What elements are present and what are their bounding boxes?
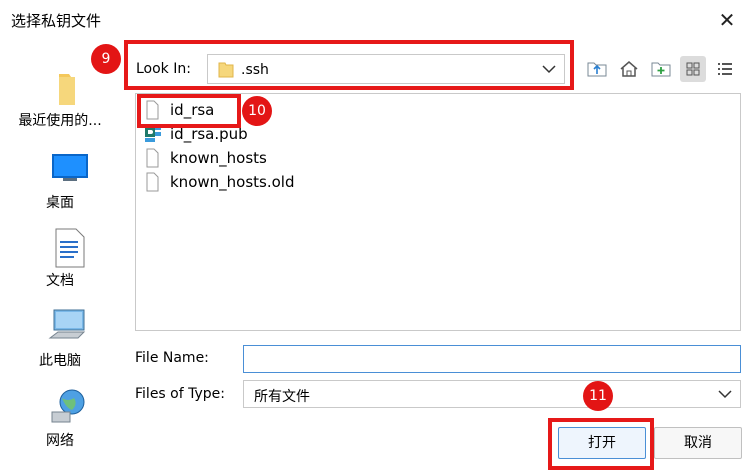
file-icon	[146, 100, 159, 120]
file-name: id_rsa.pub	[170, 125, 248, 143]
list-view-icon[interactable]	[712, 56, 738, 82]
file-type-value: 所有文件	[254, 389, 310, 405]
pub-file-icon	[145, 126, 161, 142]
close-icon[interactable]: ✕	[712, 6, 742, 34]
file-list[interactable]: id_rsa id_rsa.pub known_hosts known_host…	[135, 93, 741, 331]
annotation-badge-11: 11	[583, 381, 613, 411]
chevron-down-icon[interactable]	[542, 63, 556, 75]
file-type-dropdown[interactable]: 所有文件	[243, 380, 741, 408]
sidebar-item-label: 桌面	[46, 195, 74, 211]
open-button[interactable]: 打开	[558, 427, 646, 459]
file-name: known_hosts	[170, 149, 267, 167]
file-icon	[146, 148, 159, 168]
file-icon	[146, 172, 159, 192]
home-icon[interactable]	[616, 56, 642, 82]
file-name: known_hosts.old	[170, 173, 295, 191]
sidebar-item-label: 文档	[46, 273, 74, 289]
computer-icon	[48, 309, 86, 339]
sidebar-item-label: 最近使用的...	[18, 113, 102, 129]
annotation-badge-9: 9	[91, 44, 121, 74]
grid-view-icon[interactable]	[680, 56, 706, 82]
chevron-down-icon[interactable]	[718, 388, 732, 400]
title-bar: 选择私钥文件 ✕	[0, 0, 756, 40]
new-folder-icon[interactable]	[648, 56, 674, 82]
file-name-label: File Name:	[135, 350, 209, 366]
desktop-icon	[52, 154, 88, 181]
cancel-button[interactable]: 取消	[654, 427, 742, 459]
look-in-label: Look In:	[136, 61, 191, 77]
look-in-value: .ssh	[241, 62, 269, 78]
folder-icon	[59, 74, 75, 105]
places-sidebar: 最近使用的... 桌面 文档 此电脑 网络	[0, 40, 120, 472]
sidebar-item-label: 此电脑	[39, 353, 81, 369]
annotation-badge-10: 10	[242, 96, 272, 126]
file-name: id_rsa	[170, 101, 215, 119]
look-in-dropdown[interactable]: .ssh	[207, 54, 565, 84]
network-icon	[51, 389, 85, 423]
dialog-title: 选择私钥文件	[11, 12, 102, 30]
file-type-label: Files of Type:	[135, 386, 225, 402]
folder-icon	[218, 62, 234, 78]
up-folder-icon[interactable]	[584, 56, 610, 82]
document-icon	[55, 228, 85, 268]
file-name-field[interactable]	[243, 345, 741, 373]
sidebar-item-label: 网络	[46, 433, 74, 449]
